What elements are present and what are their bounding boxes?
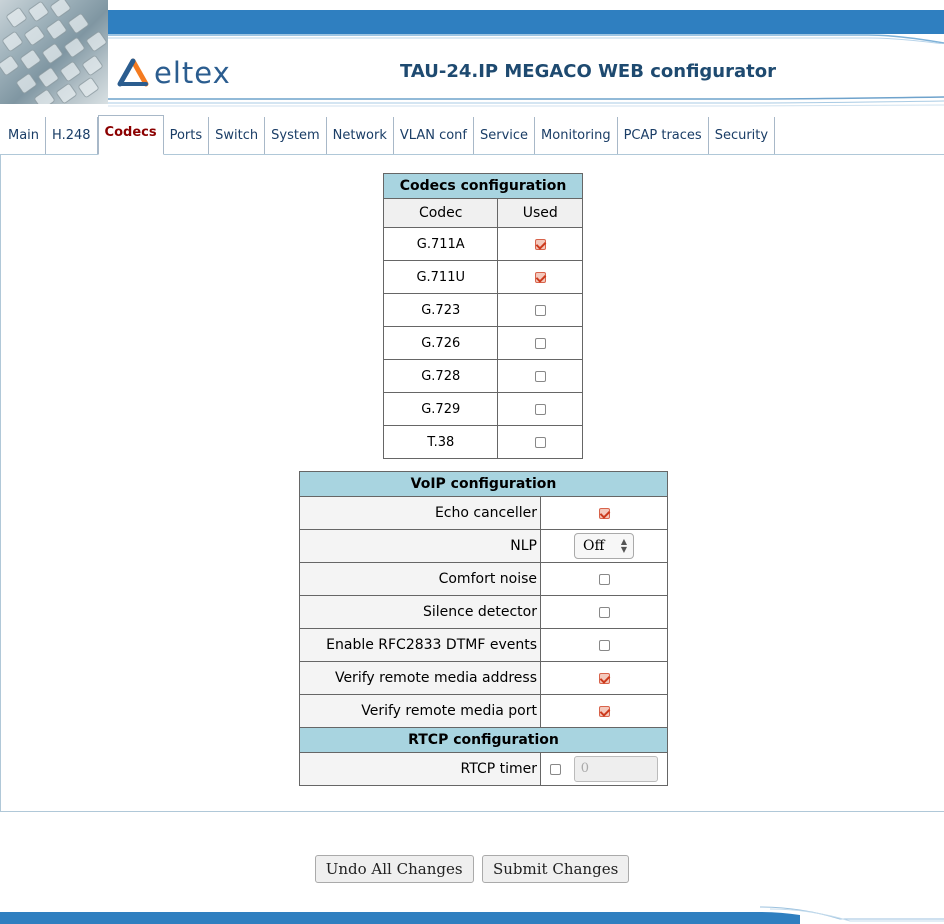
voip-title: VoIP configuration [299,471,668,497]
tab-network[interactable]: Network [327,117,394,154]
eltex-logo: eltex [116,56,231,90]
tab-h248[interactable]: H.248 [46,117,98,154]
action-buttons: Undo All Changes Submit Changes [0,855,944,883]
app-title: TAU-24.IP MEGACO WEB configurator [400,61,776,82]
verify-remote-port-label: Verify remote media port [299,694,541,728]
tab-codecs[interactable]: Codecs [97,115,164,155]
table-row: T.38 [382,425,583,459]
codec-name: G.726 [382,326,499,360]
table-row: G.711A [382,227,583,261]
main-tabs: Main H.248 Codecs Ports Switch System Ne… [0,115,944,155]
tab-monitoring[interactable]: Monitoring [535,117,618,154]
codec-g723-checkbox[interactable] [534,304,546,316]
header-swoosh [108,34,944,44]
tab-system[interactable]: System [265,117,327,154]
rfc2833-label: Enable RFC2833 DTMF events [299,628,541,662]
codec-name: G.728 [382,359,499,393]
tab-security[interactable]: Security [709,117,776,154]
comfort-noise-label: Comfort noise [299,562,541,596]
echo-canceller-checkbox[interactable] [598,507,610,519]
spinner-arrows-icon[interactable]: ▲ ▼ [621,538,627,554]
silence-detector-label: Silence detector [299,595,541,629]
table-row: G.723 [382,293,583,327]
rfc2833-checkbox[interactable] [598,639,610,651]
codec-t38-checkbox[interactable] [534,436,546,448]
header-divider [108,96,944,107]
rtcp-timer-input[interactable]: 0 [573,756,658,782]
table-row: G.729 [382,392,583,426]
rtcp-timer-checkbox[interactable] [550,763,562,775]
codec-g711u-checkbox[interactable] [534,271,546,283]
rtcp-title: RTCP configuration [299,727,668,753]
tab-ports[interactable]: Ports [164,117,210,154]
echo-canceller-label: Echo canceller [299,496,541,530]
codec-name: T.38 [382,425,499,459]
codec-column-header: Codec [382,198,499,228]
codec-g726-checkbox[interactable] [534,337,546,349]
footer-bar [0,906,944,924]
codec-name: G.711U [382,260,499,294]
codec-g728-checkbox[interactable] [534,370,546,382]
nlp-spinner[interactable]: Off ▲ ▼ [574,533,634,559]
codec-g729-checkbox[interactable] [534,403,546,415]
codec-name: G.729 [382,392,499,426]
tab-service[interactable]: Service [474,117,536,154]
used-column-header: Used [497,198,583,228]
verify-remote-address-checkbox[interactable] [598,672,610,684]
tab-pcap-traces[interactable]: PCAP traces [618,117,709,154]
silence-detector-checkbox[interactable] [598,606,610,618]
codec-name: G.723 [382,293,499,327]
codecs-table: Codecs configuration Codec Used G.711A G… [382,173,583,459]
header-top-bar [108,10,944,34]
verify-remote-address-label: Verify remote media address [299,661,541,695]
header-photo [0,0,108,104]
comfort-noise-checkbox[interactable] [598,573,610,585]
table-row: G.711U [382,260,583,294]
table-row: G.726 [382,326,583,360]
rtcp-timer-label: RTCP timer [299,752,541,786]
verify-remote-port-checkbox[interactable] [598,705,610,717]
voip-table: VoIP configuration Echo canceller NLP Of… [299,471,668,786]
codec-g711a-checkbox[interactable] [534,238,546,250]
table-row: G.728 [382,359,583,393]
codecs-title: Codecs configuration [383,173,583,199]
undo-all-changes-button[interactable]: Undo All Changes [314,855,474,883]
nlp-value: Off [583,538,605,554]
eltex-logo-icon [117,58,149,87]
tab-main[interactable]: Main [0,117,47,154]
page-header: eltex TAU-24.IP MEGACO WEB configurator [0,0,944,116]
submit-changes-button[interactable]: Submit Changes [482,855,630,883]
codec-name: G.711A [382,227,499,261]
logo-text: eltex [154,56,231,90]
tab-vlan-conf[interactable]: VLAN conf [394,117,474,154]
content-panel: Codecs configuration Codec Used G.711A G… [0,154,944,812]
tab-switch[interactable]: Switch [209,117,266,154]
nlp-label: NLP [299,529,541,563]
